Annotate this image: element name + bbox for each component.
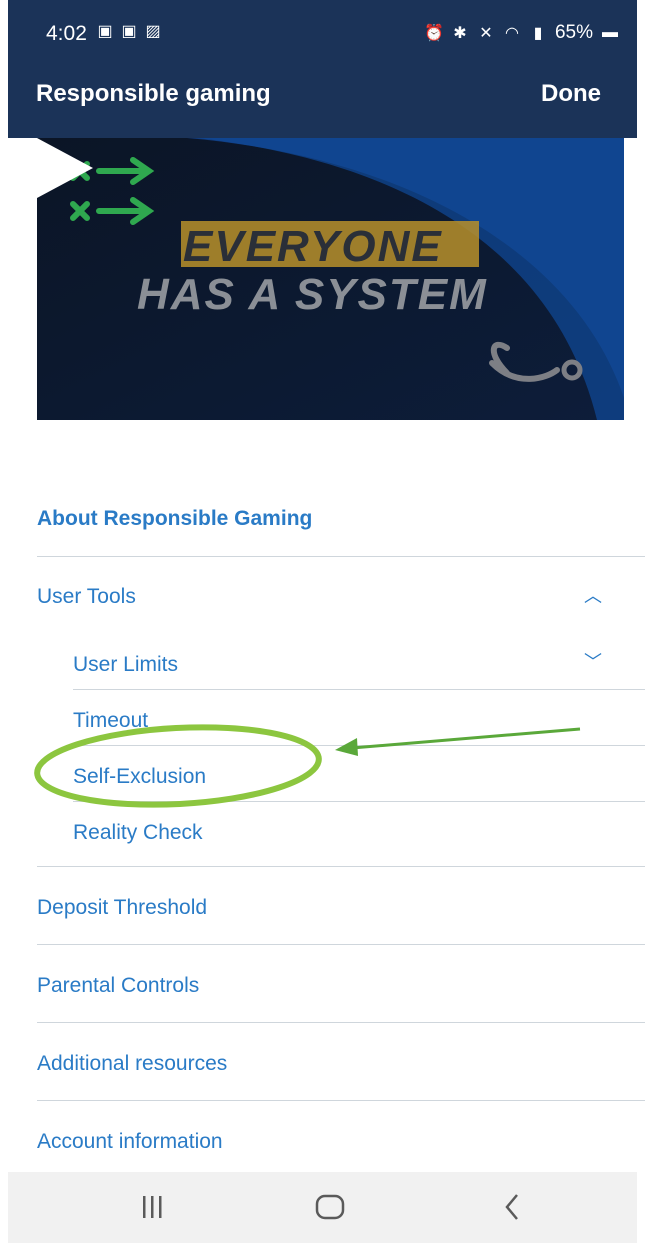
notification-icon: ▣: [97, 23, 113, 40]
battery-percent: 65%: [554, 22, 593, 43]
page-title: Responsible gaming: [36, 80, 271, 107]
additional-resources-link[interactable]: Additional resources: [37, 1052, 227, 1076]
system-icons: ⏰ ✱ ✕ ◠ ▮ 65% ▬: [424, 22, 619, 44]
mute-icon: ✕: [479, 25, 493, 42]
chevron-down-icon[interactable]: ﹀: [584, 648, 602, 674]
divider: [37, 556, 645, 557]
signal-icon: ▮: [533, 25, 543, 42]
notification-icon: ▣: [121, 23, 137, 40]
divider: [37, 866, 645, 867]
divider: [73, 801, 645, 802]
back-icon[interactable]: [492, 1190, 532, 1224]
gallery-icon: ▨: [145, 23, 161, 40]
deposit-threshold-link[interactable]: Deposit Threshold: [37, 896, 207, 920]
divider: [37, 944, 645, 945]
parental-controls-link[interactable]: Parental Controls: [37, 974, 199, 998]
about-link[interactable]: About Responsible Gaming: [37, 507, 312, 531]
account-information-link[interactable]: Account information: [37, 1130, 223, 1154]
divider: [37, 1100, 645, 1101]
system-nav-bar: [8, 1172, 637, 1243]
home-icon[interactable]: [310, 1190, 350, 1224]
divider: [73, 689, 645, 690]
notification-icons: ▣ ▣ ▨: [96, 22, 162, 40]
user-tools-section[interactable]: User Tools: [37, 585, 136, 609]
self-exclusion-item[interactable]: Self-Exclusion: [73, 765, 206, 789]
divider: [73, 745, 645, 746]
app-header: 4:02 ▣ ▣ ▨ ⏰ ✱ ✕ ◠ ▮ 65% ▬ Responsible g…: [8, 0, 637, 138]
alarm-icon: ⏰: [424, 25, 444, 42]
chevron-up-icon[interactable]: ︿: [584, 582, 602, 608]
user-limits-item[interactable]: User Limits: [73, 653, 178, 677]
divider: [37, 1022, 645, 1023]
video-title-line2: HAS A SYSTEM: [137, 270, 488, 319]
battery-icon: ▬: [602, 24, 618, 41]
timeout-item[interactable]: Timeout: [73, 709, 148, 733]
status-time: 4:02: [46, 22, 87, 45]
play-icon[interactable]: [37, 138, 97, 198]
done-button[interactable]: Done: [541, 80, 601, 108]
status-bar: 4:02 ▣ ▣ ▨ ⏰ ✱ ✕ ◠ ▮ 65% ▬: [8, 0, 637, 68]
reality-check-item[interactable]: Reality Check: [73, 821, 203, 845]
recent-apps-icon[interactable]: [132, 1190, 172, 1224]
video-player[interactable]: EVERYONE HAS A SYSTEM: [37, 138, 624, 420]
bluetooth-icon: ✱: [453, 25, 467, 42]
video-title-line1: EVERYONE: [183, 222, 443, 271]
wifi-icon: ◠: [504, 25, 519, 42]
